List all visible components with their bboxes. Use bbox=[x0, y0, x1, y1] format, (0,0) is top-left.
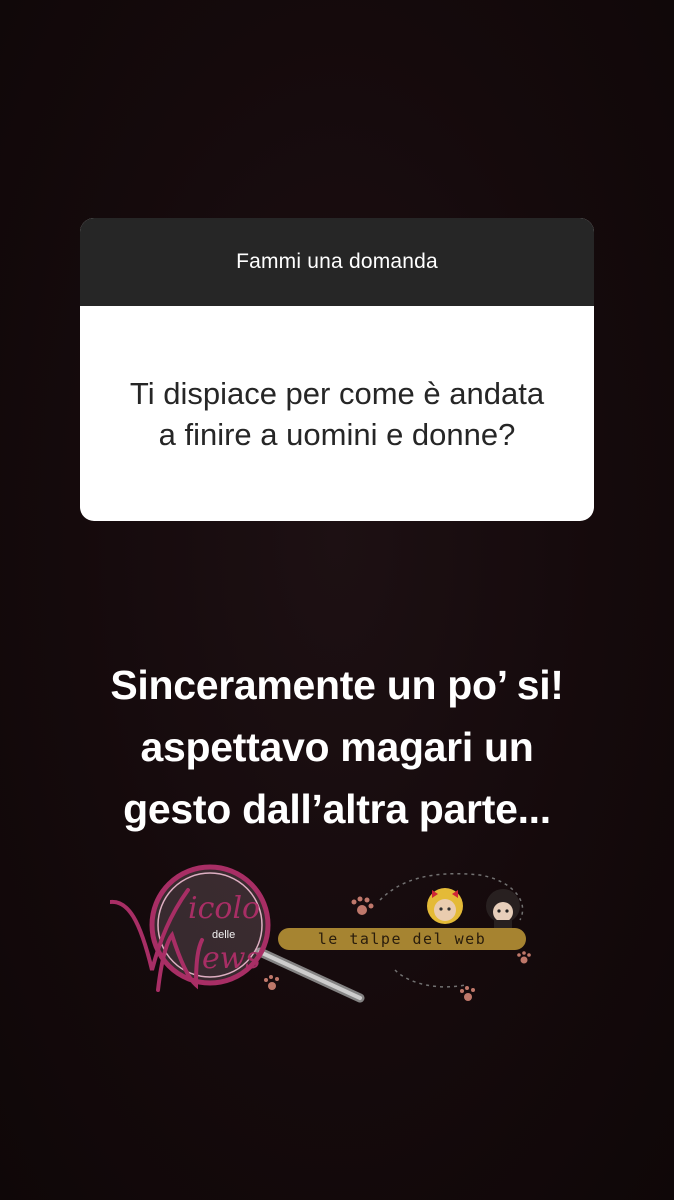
watermark-logo: icolo delle ews le talpe del web bbox=[110, 864, 531, 1003]
watermark-caption: le talpe del web bbox=[278, 928, 526, 950]
dotted-trail bbox=[394, 969, 466, 988]
logo-word-icolo: icolo bbox=[188, 891, 260, 926]
answer-line: Sinceramente un po’ si! bbox=[110, 662, 564, 708]
logo-word-delle: delle bbox=[212, 929, 235, 941]
cartoon-blonde-girl-icon bbox=[427, 888, 463, 924]
svg-text:le talpe del web: le talpe del web bbox=[318, 930, 487, 948]
question-sticker[interactable]: Fammi una domanda Ti dispiace per come è… bbox=[80, 218, 594, 521]
paw-print-icon bbox=[460, 986, 475, 1001]
question-sticker-body: Ti dispiace per come è andata a finire a… bbox=[80, 306, 594, 521]
question-sticker-title: Fammi una domanda bbox=[236, 250, 438, 273]
paw-print-icon bbox=[517, 951, 531, 964]
answer-line: gesto dall’altra parte... bbox=[123, 786, 551, 832]
question-text: Ti dispiace per come è andata a finire a… bbox=[129, 375, 545, 452]
answer-text: Sinceramente un po’ si! aspettavo magari… bbox=[20, 654, 654, 840]
paw-print-icon bbox=[264, 975, 279, 990]
logo-word-ews: ews bbox=[202, 941, 261, 976]
story-background: Fammi una domanda Ti dispiace per come è… bbox=[0, 0, 674, 1200]
cartoon-dark-hair-girl-icon bbox=[486, 889, 520, 928]
answer-line: aspettavo magari un bbox=[140, 724, 534, 770]
paw-print-icon bbox=[351, 896, 374, 915]
question-sticker-header: Fammi una domanda bbox=[80, 218, 594, 306]
